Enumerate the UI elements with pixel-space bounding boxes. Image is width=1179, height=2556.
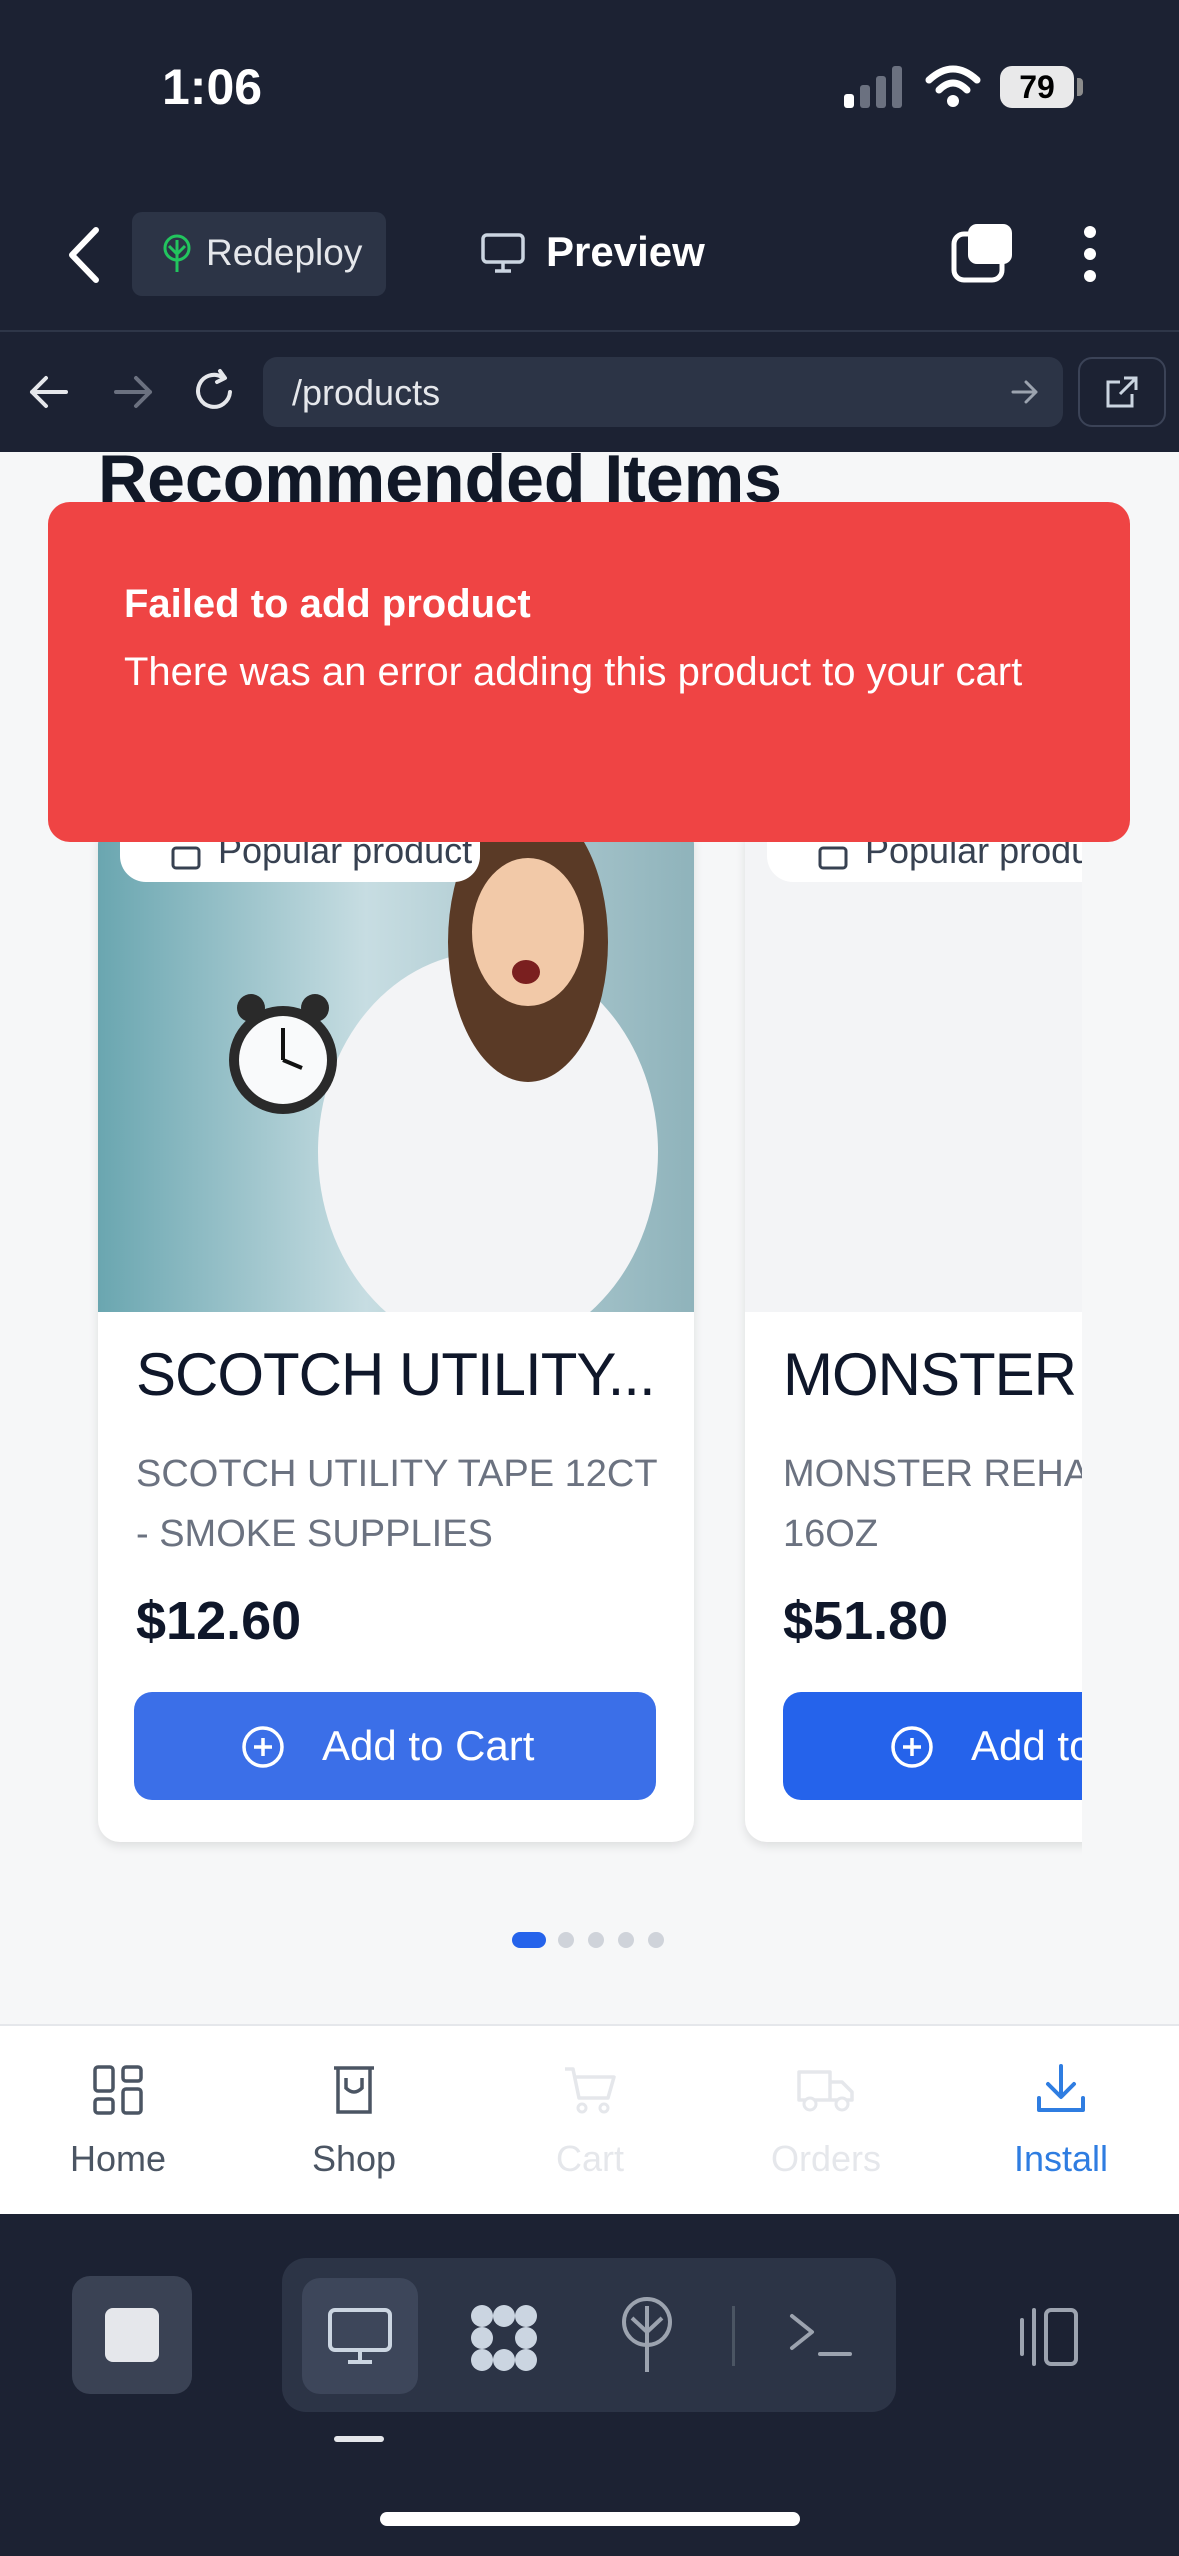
carousel-dot[interactable] <box>588 1932 604 1948</box>
nav-label-orders: Orders <box>770 2138 882 2179</box>
battery-level: 79 <box>1000 66 1074 108</box>
product-image <box>98 822 694 1312</box>
carousel-dot[interactable] <box>648 1932 664 1948</box>
active-tab-indicator <box>334 2436 384 2442</box>
wifi-icon <box>925 65 981 107</box>
product-price: $12.60 <box>136 1591 302 1651</box>
error-toast[interactable]: Failed to add product There was an error… <box>48 502 1130 842</box>
url-input[interactable]: /products <box>292 372 440 414</box>
toast-message: There was an error adding this product t… <box>124 650 1023 694</box>
reload-icon[interactable] <box>192 368 238 414</box>
carousel-dot[interactable] <box>558 1932 574 1948</box>
stop-button[interactable] <box>72 2276 192 2394</box>
carousel-dot-active[interactable] <box>512 1932 546 1948</box>
carousel-clip <box>1082 812 1179 1872</box>
product-price: $51.80 <box>783 1591 949 1651</box>
product-title: SCOTCH UTILITY... <box>136 1341 656 1408</box>
home-indicator[interactable] <box>380 2512 800 2526</box>
nav-item-install[interactable]: Install <box>943 2026 1179 2216</box>
product-title: MONSTER <box>783 1341 1077 1408</box>
nav-item-home[interactable]: Home <box>0 2026 236 2216</box>
url-go-arrow-icon[interactable] <box>1010 378 1040 406</box>
cart-icon <box>565 2067 616 2114</box>
status-time: 1:06 <box>162 59 263 115</box>
tabs-switcher-icon[interactable] <box>950 222 1016 284</box>
preview-tab[interactable]: Preview <box>546 228 705 276</box>
stop-square-icon <box>105 2308 159 2362</box>
grid-icon <box>93 2065 143 2115</box>
toolbar-divider <box>732 2306 735 2366</box>
cellular-signal-icon <box>844 66 902 108</box>
shop-icon <box>334 2066 374 2114</box>
browser-forward-icon[interactable] <box>112 372 156 412</box>
deploy-tree-icon[interactable] <box>616 2296 678 2374</box>
nav-label-install: Install <box>1013 2138 1109 2179</box>
nav-label-cart: Cart <box>555 2138 624 2179</box>
toast-title: Failed to add product <box>124 582 531 626</box>
nav-label-shop: Shop <box>311 2138 397 2179</box>
bag-icon <box>818 846 848 870</box>
bottom-navigation: Home Shop Cart Orders Install <box>0 2024 1179 2216</box>
add-to-cart-label: Add to Cart <box>322 1722 535 1769</box>
redeploy-label: Redeploy <box>206 232 363 273</box>
bag-icon <box>171 846 201 870</box>
nav-item-shop[interactable]: Shop <box>236 2026 472 2216</box>
plus-circle-icon <box>242 1726 284 1768</box>
redeploy-tree-icon <box>163 234 191 272</box>
external-link-icon <box>1106 376 1138 408</box>
browser-back-icon[interactable] <box>26 372 70 412</box>
nav-item-orders[interactable]: Orders <box>708 2026 944 2216</box>
battery-tip <box>1077 78 1083 96</box>
apps-grid-icon[interactable] <box>466 2302 542 2374</box>
preview-view-button[interactable] <box>302 2278 418 2394</box>
download-icon <box>1037 2064 1085 2112</box>
truck-icon <box>797 2070 854 2112</box>
monitor-icon <box>328 2308 392 2364</box>
more-vertical-icon[interactable] <box>1080 224 1100 284</box>
terminal-icon[interactable] <box>786 2308 856 2364</box>
add-to-cart-button[interactable]: Add to Cart <box>134 1692 656 1800</box>
monitor-icon <box>481 233 525 273</box>
product-card[interactable]: Popular product SCOTCH UTILITY... SCOTCH… <box>98 822 694 1842</box>
nav-label-home: Home <box>69 2138 167 2179</box>
nav-item-cart[interactable]: Cart <box>472 2026 708 2216</box>
product-description: SCOTCH UTILITY TAPE 12CT - SMOKE SUPPLIE… <box>136 1453 657 1555</box>
split-view-icon[interactable] <box>1010 2306 1082 2368</box>
back-chevron-icon[interactable] <box>60 220 110 290</box>
plus-circle-icon <box>891 1726 933 1768</box>
carousel-dot[interactable] <box>618 1932 634 1948</box>
